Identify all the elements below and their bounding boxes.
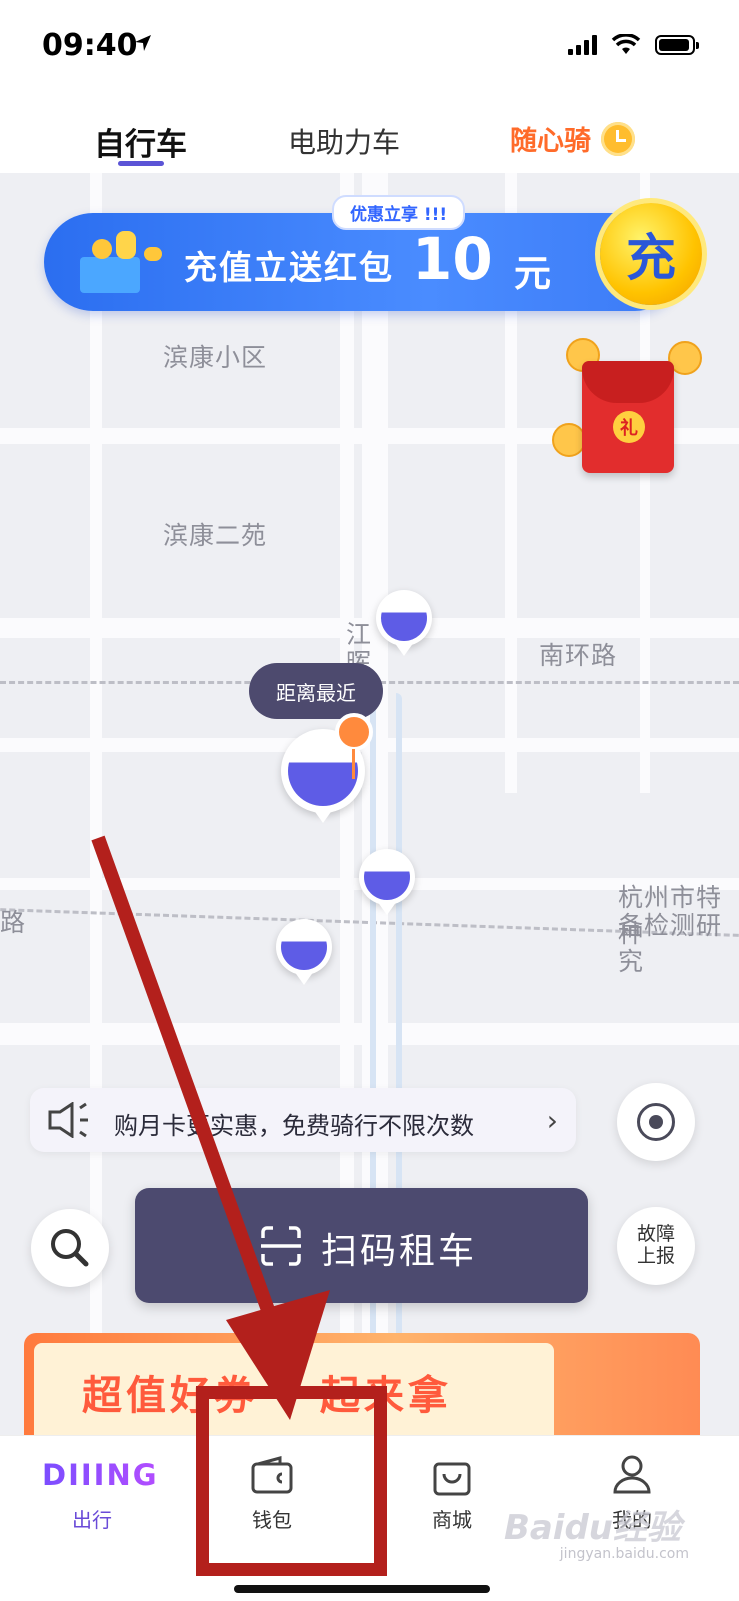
scan-to-rent-button[interactable]: 扫码租车: [135, 1188, 588, 1303]
promo-text: 充值立送红包: [184, 248, 394, 287]
active-tab-indicator: [118, 161, 164, 166]
home-indicator: [234, 1585, 490, 1593]
map-label: 路: [0, 908, 27, 937]
search-button[interactable]: [31, 1209, 109, 1287]
map-canal: [370, 693, 402, 1433]
tab-e-bike[interactable]: 电助力车: [288, 121, 400, 161]
status-time: 09:40: [42, 28, 138, 63]
tab-free-ride[interactable]: 随心骑: [510, 119, 635, 158]
search-icon: [51, 1229, 89, 1267]
status-bar: 09:40: [0, 0, 739, 95]
report-fault-line2: 上报: [636, 1245, 675, 1267]
recharge-badge: 充: [600, 203, 702, 305]
status-icons: [568, 34, 699, 56]
bike-location-pin[interactable]: [359, 849, 415, 905]
monthly-card-notice[interactable]: 购月卡更实惠，免费骑行不限次数 ›: [30, 1088, 576, 1152]
shopping-bag-icon: [433, 1462, 471, 1496]
red-packet-icon: 礼: [582, 361, 674, 473]
wifi-icon: [611, 34, 641, 54]
chevron-right-icon: ›: [546, 1104, 558, 1137]
tabbar-item-travel[interactable]: DIIING 出行: [0, 1436, 184, 1546]
scan-to-rent-label: 扫码租车: [321, 1231, 478, 1272]
annotation-highlight-box: [196, 1386, 387, 1576]
red-packet-seal: 礼: [613, 411, 645, 443]
coin-stack-icon: [80, 231, 162, 293]
map-view[interactable]: 滨康小区 滨康二苑 南环路 江晖 杭州市特种 备检测研究 路 优惠立享 !!! …: [0, 173, 739, 1435]
map-label: 滨康二苑: [163, 521, 268, 550]
person-icon: [613, 1455, 651, 1494]
alarm-clock-icon: [601, 121, 635, 156]
notice-text: 购月卡更实惠，免费骑行不限次数: [114, 1112, 474, 1140]
nearest-label-bubble: 距离最近: [249, 663, 383, 719]
watermark: Baidu经验: [503, 1508, 681, 1548]
scan-icon: [261, 1226, 301, 1266]
watermark-sub: jingyan.baidu.com: [559, 1546, 689, 1562]
location-arrow-icon: [135, 35, 151, 51]
bike-location-pin[interactable]: [376, 590, 432, 646]
map-label: 滨康小区: [163, 343, 268, 372]
tabbar-item-label: 出行: [72, 1508, 112, 1532]
battery-icon: [655, 35, 699, 55]
locate-me-button[interactable]: [617, 1083, 695, 1161]
cellular-signal-icon: [568, 35, 597, 55]
speaker-icon: [48, 1102, 88, 1138]
recharge-promo-banner[interactable]: 优惠立享 !!! 充值立送红包 10 元 充: [44, 195, 702, 311]
user-location-pin: [335, 713, 373, 779]
bike-location-pin[interactable]: [276, 919, 332, 975]
vehicle-type-tabs: 自行车 电助力车 随心骑: [0, 95, 739, 173]
promo-amount: 10: [412, 225, 493, 293]
report-fault-line1: 故障: [636, 1223, 675, 1245]
diiing-logo: DIIING: [42, 1458, 159, 1492]
report-fault-button[interactable]: 故障 上报: [617, 1207, 695, 1285]
map-label: 备检测研究: [618, 911, 723, 976]
coin-icon: [552, 423, 586, 457]
promo-unit: 元: [514, 252, 551, 295]
tab-free-ride-label: 随心骑: [510, 126, 591, 157]
tab-bicycle[interactable]: 自行车: [94, 119, 187, 164]
map-label: 南环路: [539, 641, 618, 670]
